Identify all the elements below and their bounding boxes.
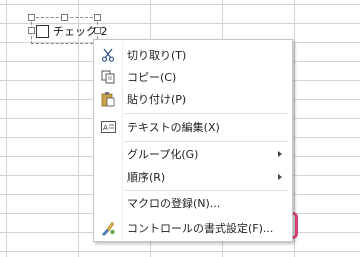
menu-item-format-control[interactable]: コントロールの書式設定(F)... [94,217,292,239]
menu-item-label: 切り取り(T) [127,49,187,62]
submenu-arrow-icon [278,151,282,157]
menu-item-label: テキストの編集(X) [127,121,220,134]
resize-handle-top-middle[interactable] [61,14,68,21]
checkbox-row: チェック 2 [36,23,108,39]
menu-item-group[interactable]: グループ化(G) [94,143,292,165]
menu-item-label: 貼り付け(P) [127,93,187,106]
menu-item-label: マクロの登録(N)... [127,197,221,210]
menu-item-label: コピー(C) [127,71,177,84]
menu-item-edit-text[interactable]: A テキストの編集(X) [94,116,292,138]
scissors-icon [100,47,116,63]
menu-separator [124,141,288,142]
menu-item-copy[interactable]: コピー(C) [94,66,292,88]
menu-separator [124,113,288,114]
resize-handle-top-right[interactable] [94,14,101,21]
checkbox-label: チェック 2 [53,25,108,38]
menu-item-label: 順序(R) [127,171,166,184]
menu-separator [124,190,288,191]
copy-icon [100,69,116,85]
submenu-arrow-icon [278,174,282,180]
resize-handle-middle-left[interactable] [28,27,35,34]
menu-item-paste[interactable]: 貼り付け(P) [94,88,292,110]
checkbox[interactable] [36,24,49,38]
menu-item-cut[interactable]: 切り取り(T) [94,44,292,66]
menu-item-label: コントロールの書式設定(F)... [127,222,274,235]
edit-text-icon: A [100,119,116,135]
resize-handle-top-left[interactable] [28,14,35,21]
menu-item-assign-macro[interactable]: マクロの登録(N)... [94,192,292,214]
context-menu: 切り取り(T) コピー(C) 貼り付け(P) A テキストの編集(X) グループ… [93,39,293,242]
svg-text:A: A [103,124,108,132]
menu-item-label: グループ化(G) [127,148,199,161]
checkbox-form-control[interactable]: チェック 2 [28,14,108,44]
menu-item-order[interactable]: 順序(R) [94,166,292,188]
paste-icon [100,91,116,107]
format-control-icon [100,220,116,236]
